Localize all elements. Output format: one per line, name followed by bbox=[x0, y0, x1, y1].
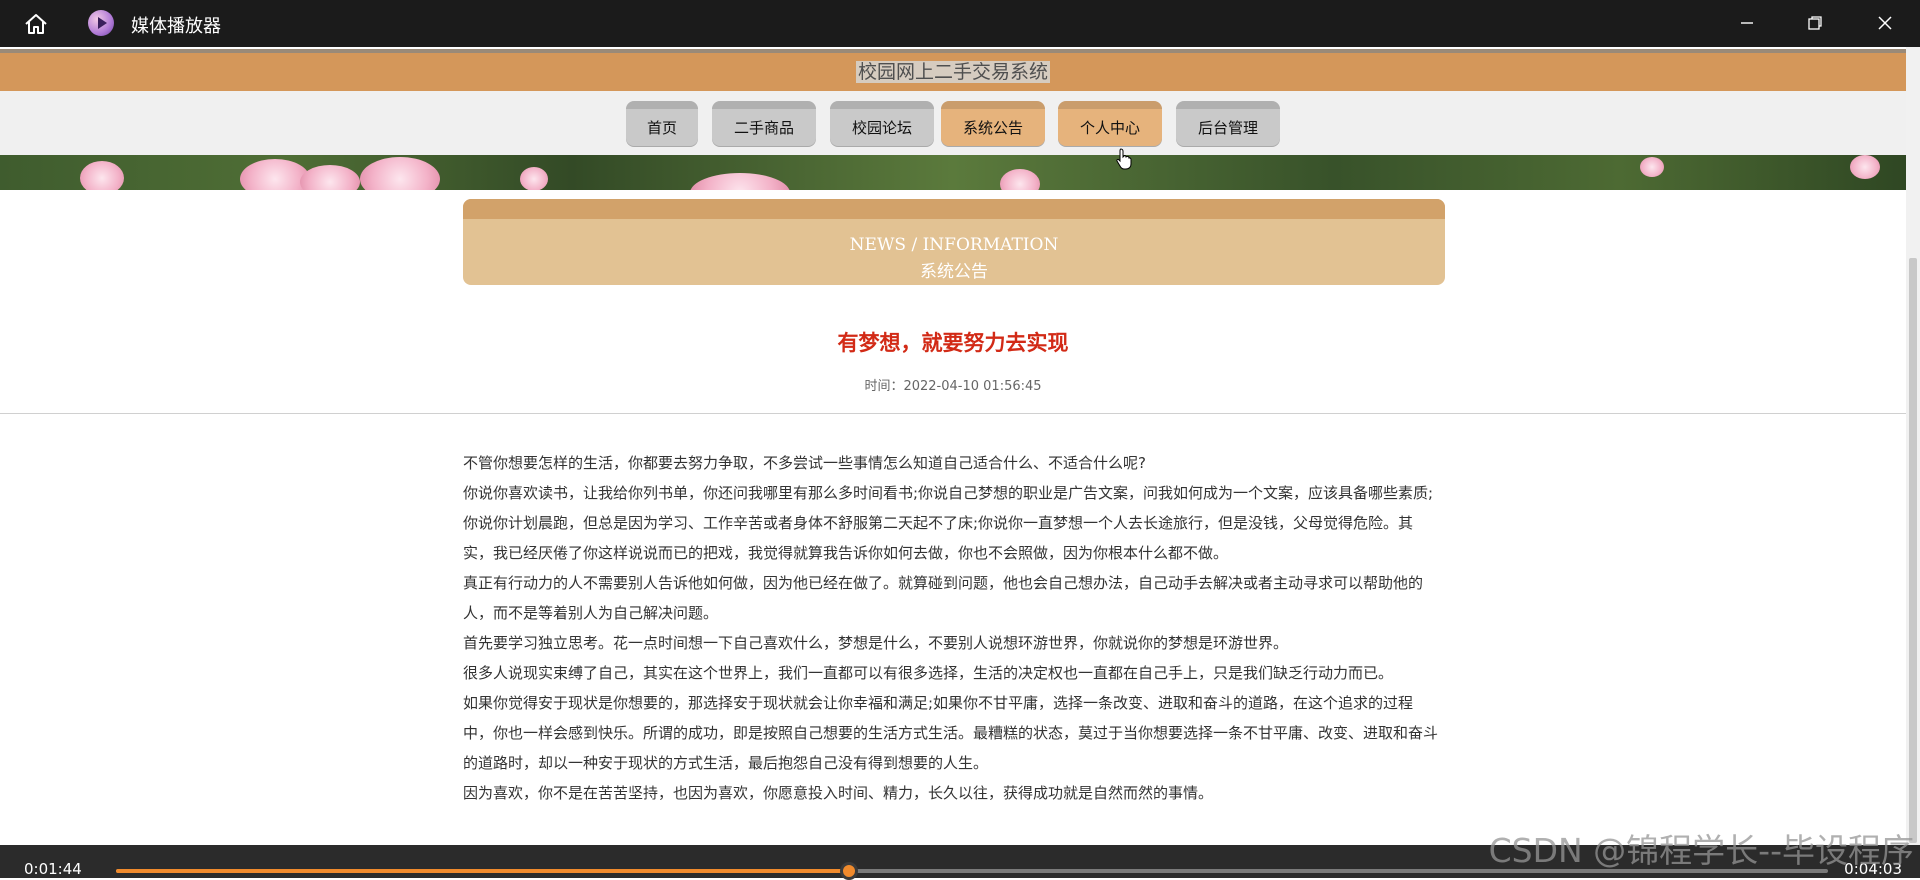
paragraph: 不管你想要怎样的生活，你都要去努力争取，不多尝试一些事情怎么知道自己适合什么、不… bbox=[463, 454, 1146, 472]
site-title-text: 校园网上二手交易系统 bbox=[855, 61, 1050, 83]
section-title-en: NEWS / INFORMATION bbox=[849, 235, 1059, 255]
nav-label: 系统公告 bbox=[962, 119, 1023, 137]
hand-cursor-icon bbox=[1116, 148, 1132, 174]
paragraph: 你说你喜欢读书，让我给你列书单，你还问我哪里有那么多时间看书;你说自己梦想的职业… bbox=[463, 484, 1434, 562]
nav-second-hand-goods[interactable]: 二手商品 bbox=[712, 101, 816, 146]
close-icon[interactable] bbox=[1862, 8, 1908, 38]
nav-label: 首页 bbox=[646, 119, 677, 137]
divider bbox=[0, 413, 1906, 414]
nav-announcements[interactable]: 系统公告 bbox=[941, 101, 1045, 146]
web-page: 校园网上二手交易系统 首页 二手商品 校园论坛 系统公告 个人中心 后台管理 N… bbox=[0, 47, 1906, 845]
site-title: 校园网上二手交易系统 bbox=[0, 57, 1906, 84]
seek-progress bbox=[116, 869, 849, 873]
restore-icon[interactable] bbox=[1792, 8, 1838, 38]
minimize-icon[interactable] bbox=[1724, 8, 1770, 38]
paragraph: 因为喜欢，你不是在苦苦坚持，也因为喜欢，你愿意投入时间、精力，长久以往，获得成功… bbox=[463, 784, 1214, 802]
nav-admin[interactable]: 后台管理 bbox=[1176, 101, 1280, 146]
nav-label: 后台管理 bbox=[1197, 119, 1258, 137]
current-time: 0:01:44 bbox=[24, 860, 82, 878]
section-header: NEWS / INFORMATION 系统公告 bbox=[463, 199, 1445, 285]
article-time: 时间：2022-04-10 01:56:45 bbox=[0, 375, 1906, 394]
paragraph: 真正有行动力的人不需要别人告诉他如何做，因为他已经在做了。就算碰到问题，他也会自… bbox=[463, 574, 1424, 622]
site-header: 校园网上二手交易系统 bbox=[0, 49, 1906, 91]
home-icon[interactable] bbox=[22, 12, 50, 36]
nav-personal-center[interactable]: 个人中心 bbox=[1058, 101, 1162, 146]
nav-label: 校园论坛 bbox=[851, 119, 912, 137]
nav-label: 二手商品 bbox=[733, 119, 794, 137]
section-title-cn: 系统公告 bbox=[920, 262, 988, 282]
media-player-icon bbox=[88, 10, 114, 36]
nav-home[interactable]: 首页 bbox=[626, 101, 698, 146]
nav-bar: 首页 二手商品 校园论坛 系统公告 个人中心 后台管理 bbox=[0, 91, 1906, 155]
time-value: 2022-04-10 01:56:45 bbox=[903, 379, 1042, 394]
window-title: 媒体播放器 bbox=[131, 16, 221, 37]
article-title: 有梦想，就要努力去实现 bbox=[837, 331, 1069, 355]
nav-campus-forum[interactable]: 校园论坛 bbox=[830, 101, 934, 146]
paragraph: 如果你觉得安于现状是你想要的，那选择安于现状就会让你幸福和满足;如果你不甘平庸，… bbox=[463, 694, 1439, 772]
paragraph: 首先要学习独立思考。花一点时间想一下自己喜欢什么，梦想是什么，不要别人说想环游世… bbox=[463, 634, 1289, 652]
time-label: 时间： bbox=[864, 379, 904, 394]
paragraph: 很多人说现实束缚了自己，其实在这个世界上，我们一直都可以有很多选择，生活的决定权… bbox=[463, 664, 1394, 682]
flower-banner bbox=[0, 155, 1906, 190]
article-body: 不管你想要怎样的生活，你都要去努力争取，不多尝试一些事情怎么知道自己适合什么、不… bbox=[463, 448, 1443, 808]
seek-thumb[interactable] bbox=[839, 862, 858, 880]
scrollbar-thumb[interactable] bbox=[1909, 258, 1917, 843]
window-title-bar: 媒体播放器 bbox=[0, 0, 1920, 47]
nav-label: 个人中心 bbox=[1079, 119, 1140, 137]
watermark: CSDN @锦程学长--毕设程序 bbox=[1488, 831, 1914, 870]
